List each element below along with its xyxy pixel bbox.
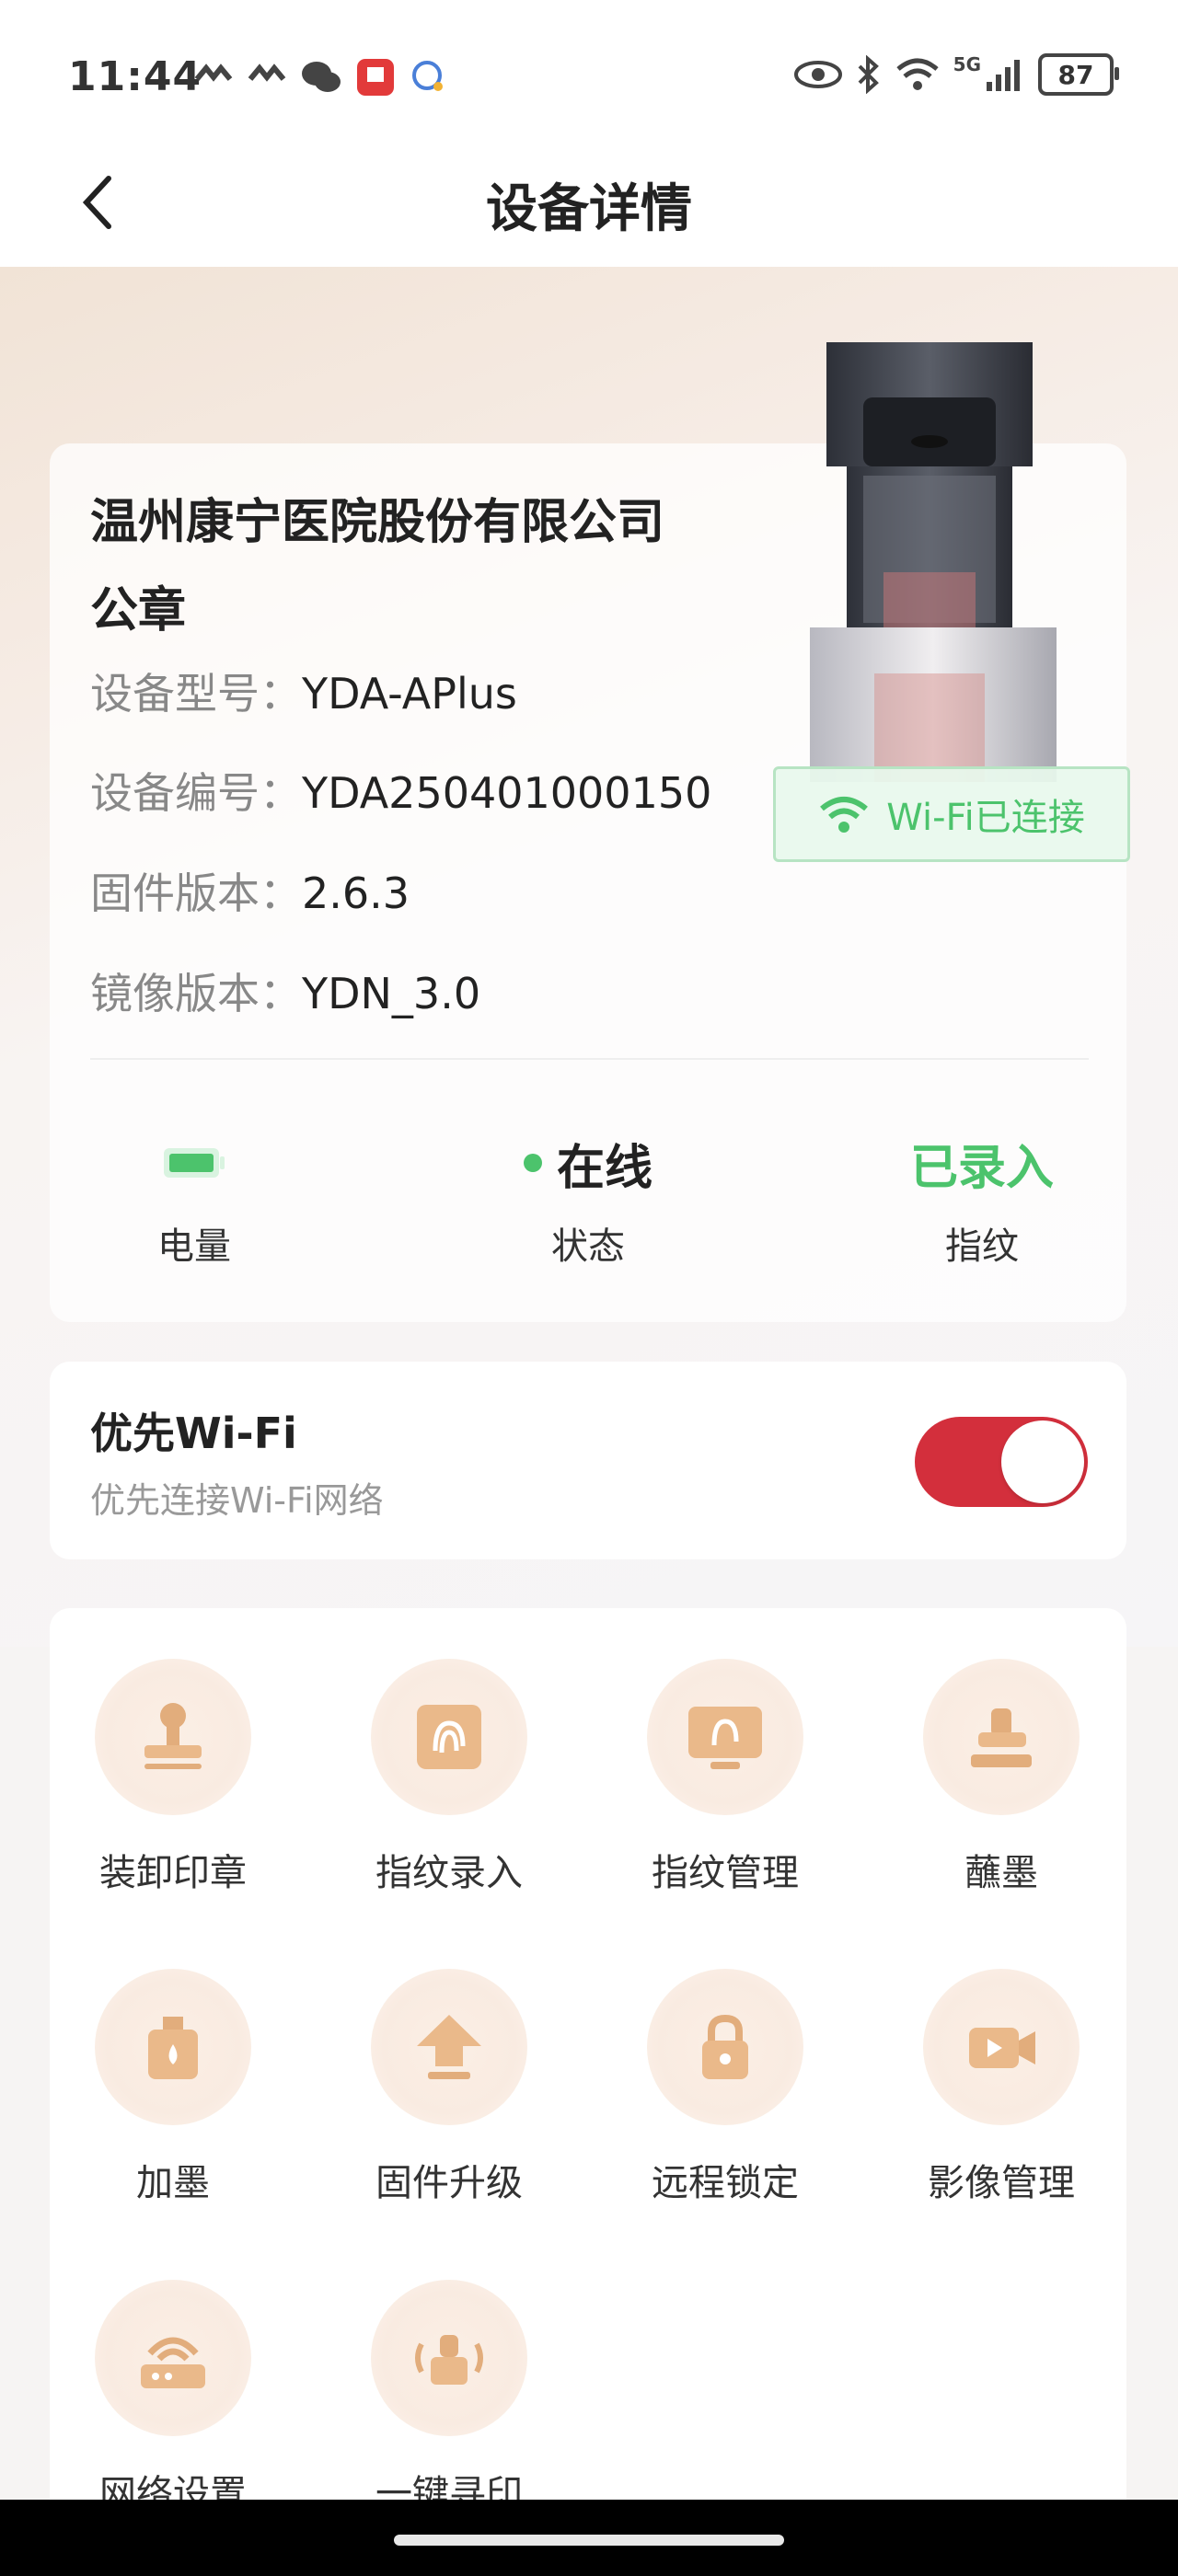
status-value: 在线 [556,1140,653,1196]
wifi-icon [896,58,939,90]
app-badge-icon [357,59,394,96]
action-label: 蘸墨 [964,1852,1038,1894]
app-notification-icon [248,63,286,82]
status-bar: 11:44 5G 87 [0,0,1178,138]
router-icon [141,2337,205,2388]
stat-label: 指纹 [945,1225,1019,1268]
network-label: 5G [953,53,981,75]
prefer-wifi-toggle[interactable] [915,1417,1088,1507]
battery-indicator: 87 [1038,53,1119,96]
info-row-serial: 设备编号：YDA250401000150 [90,760,711,821]
stat-battery: 电量 [56,1130,332,1270]
app-notification-icon [194,63,233,82]
home-indicator[interactable] [394,2535,784,2546]
bluetooth-icon [858,55,879,94]
action-label: 远程锁定 [652,2162,799,2204]
wifi-status-tag: Wi-Fi已连接 [773,766,1130,862]
stat-status: 在线 状态 [450,1130,726,1270]
upgrade-icon [417,2015,481,2079]
add-ink-icon [148,2017,198,2079]
preference-title: 优先Wi-Fi [90,1409,297,1458]
action-label: 影像管理 [928,2162,1075,2204]
system-navigation-bar [0,2500,1178,2576]
fingerprint-scan-icon [417,1705,481,1769]
action-add-ink[interactable]: 加墨 [35,1969,311,2206]
signal-icon [987,60,1020,91]
info-value: YDA-APlus [302,669,517,719]
action-firmware-upgrade[interactable]: 固件升级 [311,1969,587,2206]
action-ink-dip[interactable]: 蘸墨 [863,1659,1139,1896]
notification-icons [193,57,449,98]
info-label: 镜像版本： [90,969,302,1018]
info-row-model: 设备型号：YDA-APlus [90,661,517,721]
action-label: 装卸印章 [99,1852,247,1894]
action-remote-lock[interactable]: 远程锁定 [587,1969,863,2206]
action-mount-stamp[interactable]: 装卸印章 [35,1659,311,1896]
message-icon [412,61,443,91]
action-label: 指纹管理 [652,1852,799,1894]
toggle-knob [1001,1420,1084,1503]
preference-subtitle: 优先连接Wi-Fi网络 [90,1480,384,1521]
info-value: YDA250401000150 [302,768,712,818]
battery-level: 87 [1057,59,1094,90]
action-fingerprint-enroll[interactable]: 指纹录入 [311,1659,587,1896]
locate-stamp-icon [415,2335,483,2385]
action-locate-stamp[interactable]: 一键寻印 [311,2280,587,2517]
wifi-icon [820,797,869,833]
page-title: 设备详情 [486,179,692,239]
info-label: 设备编号： [90,768,302,818]
wifi-status-text: Wi-Fi已连接 [886,797,1085,839]
info-row-firmware: 固件版本：2.6.3 [90,860,410,921]
action-video-manage[interactable]: 影像管理 [863,1969,1139,2206]
stat-label: 状态 [551,1225,625,1268]
eye-icon [793,61,842,88]
fingerprint-manage-icon [688,1707,762,1769]
ink-dip-icon [971,1708,1032,1767]
info-value: 2.6.3 [302,868,410,918]
fingerprint-value: 已录入 [909,1140,1054,1196]
info-value: YDN_3.0 [302,969,481,1018]
stat-fingerprint: 已录入 指纹 [844,1130,1120,1270]
video-icon [969,2028,1035,2068]
status-time: 11:44 [68,53,202,100]
online-dot [523,1154,542,1172]
stamp-icon [144,1703,202,1769]
stat-label: 电量 [157,1225,231,1268]
wechat-icon [302,62,341,92]
navigation-bar: 设备详情 [0,138,1178,267]
action-fingerprint-manage[interactable]: 指纹管理 [587,1659,863,1896]
system-icons: 5G 87 [793,53,1119,96]
action-network-settings[interactable]: 网络设置 [35,2280,311,2517]
info-label: 固件版本： [90,868,302,918]
device-name: 温州康宁医院股份有限公司公章 [90,495,665,638]
card-divider [90,1058,1089,1060]
lock-icon [702,2014,748,2079]
battery-full-icon [164,1148,225,1178]
action-label: 指纹录入 [375,1852,523,1894]
info-row-image: 镜像版本：YDN_3.0 [90,960,480,1021]
info-label: 设备型号： [90,669,302,719]
seal-device-image [810,342,1057,782]
action-label: 固件升级 [375,2162,523,2204]
action-label: 加墨 [136,2162,210,2204]
